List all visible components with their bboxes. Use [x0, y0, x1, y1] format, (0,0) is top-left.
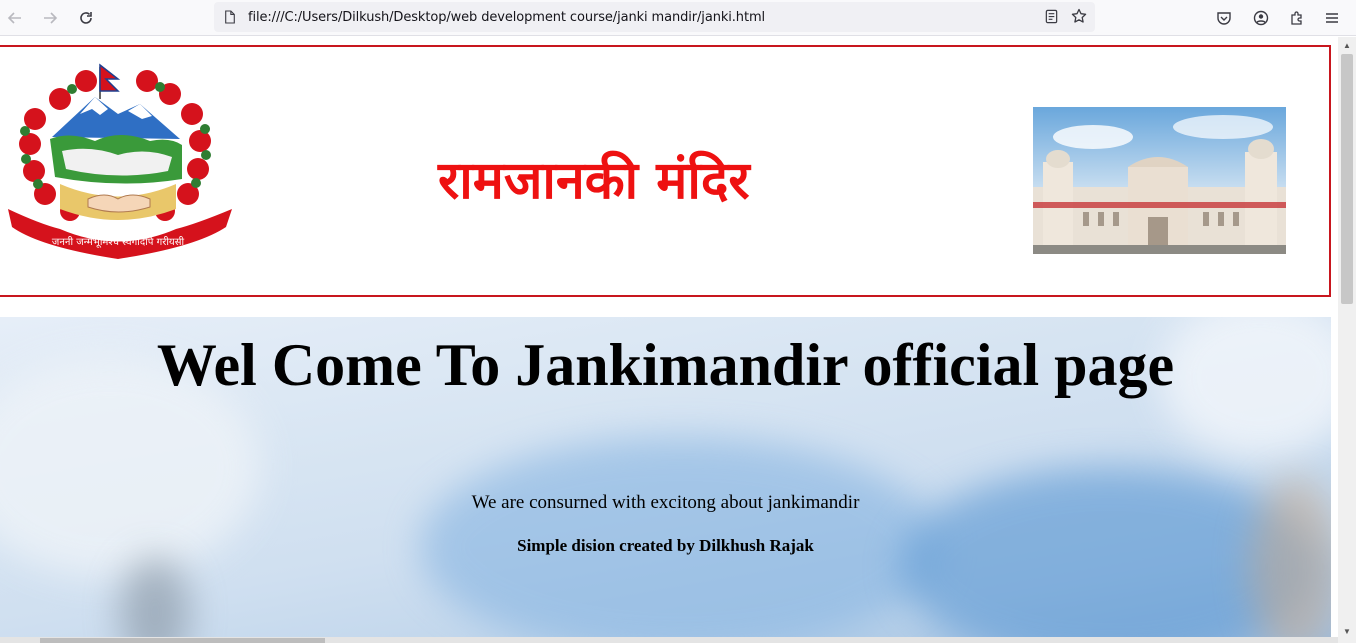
scroll-down-arrow-icon[interactable]: ▼	[1338, 625, 1356, 639]
intro-paragraph: We are consurned with excitong about jan…	[471, 492, 860, 513]
welcome-heading: Wel Come To Jankimandir official page	[156, 332, 1175, 398]
janaki-temple-photo	[1033, 107, 1286, 254]
site-header: जननी जन्मभूमिश्च स्वर्गादपि गरीयसी रामजा…	[0, 45, 1331, 297]
page-title-hindi: रामजानकी मंदिर	[438, 151, 750, 211]
forward-button[interactable]	[36, 4, 64, 32]
nepal-emblem-logo: जननी जन्मभूमिश्च स्वर्गादपि गरीयसी	[8, 63, 232, 259]
vertical-scrollbar[interactable]: ▲ ▼	[1338, 37, 1356, 643]
reload-icon	[80, 12, 92, 24]
horizontal-scrollbar-thumb[interactable]	[40, 638, 325, 643]
bookmark-star-icon[interactable]	[1071, 8, 1087, 24]
pocket-button[interactable]	[1212, 6, 1236, 30]
page-icon	[224, 9, 238, 25]
back-arrow-icon	[7, 12, 21, 24]
account-button[interactable]	[1249, 6, 1273, 30]
forward-arrow-icon	[44, 12, 58, 24]
extensions-button[interactable]	[1285, 6, 1309, 30]
pocket-icon	[1217, 12, 1231, 25]
browser-toolbar: file:///C:/Users/Dilkush/Desktop/web dev…	[0, 0, 1356, 36]
reader-view-icon[interactable]	[1043, 8, 1059, 24]
hamburger-menu-icon	[1326, 13, 1338, 23]
url-text[interactable]: file:///C:/Users/Dilkush/Desktop/web dev…	[248, 10, 765, 25]
puzzle-icon	[1291, 11, 1302, 25]
reload-button[interactable]	[72, 4, 100, 32]
horizontal-scrollbar[interactable]	[0, 637, 1338, 643]
author-credit: Simple dision created by Dilkhush Rajak	[517, 536, 814, 555]
back-button[interactable]	[1, 4, 29, 32]
address-bar[interactable]: file:///C:/Users/Dilkush/Desktop/web dev…	[214, 2, 1095, 32]
hero-section: Wel Come To Jankimandir official page We…	[0, 317, 1331, 643]
scrollbar-thumb[interactable]	[1341, 54, 1353, 304]
page-viewport: जननी जन्मभूमिश्च स्वर्गादपि गरीयसी रामजा…	[0, 37, 1338, 643]
emblem-motto: जननी जन्मभूमिश्च स्वर्गादपि गरीयसी	[52, 236, 185, 248]
account-icon	[1253, 10, 1269, 26]
menu-button[interactable]	[1320, 6, 1344, 30]
scroll-up-arrow-icon[interactable]: ▲	[1338, 39, 1356, 53]
